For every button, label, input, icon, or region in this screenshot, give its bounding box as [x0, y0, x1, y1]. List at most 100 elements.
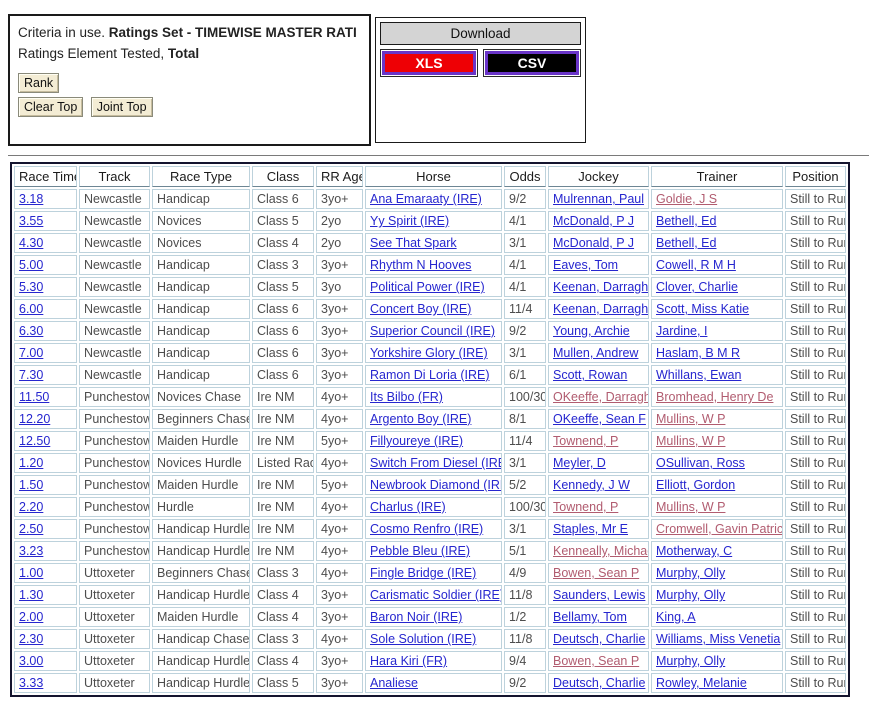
race-time-link[interactable]: 11.50: [19, 390, 49, 404]
trainer-link[interactable]: Williams, Miss Venetia: [656, 632, 780, 646]
race-time-link[interactable]: 1.20: [19, 456, 43, 470]
horse-link[interactable]: Political Power (IRE): [370, 280, 485, 294]
jockey-link[interactable]: Townend, P: [553, 500, 618, 514]
rank-button[interactable]: Rank: [18, 73, 60, 93]
race-time-link[interactable]: 3.55: [19, 214, 43, 228]
race-time-link[interactable]: 5.30: [19, 280, 43, 294]
horse-link[interactable]: Hara Kiri (FR): [370, 654, 447, 668]
horse-link[interactable]: Newbrook Diamond (IRE): [370, 478, 501, 492]
race-time-link[interactable]: 1.50: [19, 478, 43, 492]
jockey-link[interactable]: Kennedy, J W: [553, 478, 630, 492]
jockey-link[interactable]: OKeeffe, Sean F: [553, 412, 646, 426]
jockey-link[interactable]: Bellamy, Tom: [553, 610, 627, 624]
race-time-link[interactable]: 5.00: [19, 258, 43, 272]
horse-link[interactable]: Switch From Diesel (IRE): [370, 456, 501, 470]
trainer-link[interactable]: Murphy, Olly: [656, 566, 725, 580]
trainer-link[interactable]: Goldie, J S: [656, 192, 717, 206]
trainer-link[interactable]: Clover, Charlie: [656, 280, 738, 294]
trainer-link[interactable]: Rowley, Melanie: [656, 676, 747, 690]
race-time-link[interactable]: 7.30: [19, 368, 43, 382]
jockey-link[interactable]: McDonald, P J: [553, 236, 634, 250]
jockey-link[interactable]: Bowen, Sean P: [553, 566, 639, 580]
trainer-link[interactable]: Murphy, Olly: [656, 654, 725, 668]
race-time-link[interactable]: 2.30: [19, 632, 43, 646]
horse-link[interactable]: Sole Solution (IRE): [370, 632, 476, 646]
download-csv-button[interactable]: CSV: [485, 51, 579, 75]
trainer-link[interactable]: Elliott, Gordon: [656, 478, 735, 492]
horse-link[interactable]: Argento Boy (IRE): [370, 412, 471, 426]
race-time-link[interactable]: 3.33: [19, 676, 43, 690]
race-time-link[interactable]: 4.30: [19, 236, 43, 250]
horse-link[interactable]: Yy Spirit (IRE): [370, 214, 449, 228]
trainer-link[interactable]: Mullins, W P: [656, 500, 725, 514]
rr-age-cell: 3yo+: [316, 189, 363, 209]
trainer-link[interactable]: Whillans, Ewan: [656, 368, 741, 382]
race-time-link[interactable]: 2.50: [19, 522, 43, 536]
clear-top-button[interactable]: Clear Top: [18, 97, 84, 117]
jockey-link[interactable]: Bowen, Sean P: [553, 654, 639, 668]
jockey-link[interactable]: Keenan, Darragh: [553, 280, 648, 294]
races-table-head: Race Time Track Race Type Class RR Age Horse O…: [14, 166, 846, 187]
jockey-link[interactable]: Scott, Rowan: [553, 368, 627, 382]
jockey-link[interactable]: McDonald, P J: [553, 214, 634, 228]
horse-link[interactable]: Baron Noir (IRE): [370, 610, 462, 624]
jockey-link[interactable]: Keenan, Darragh: [553, 302, 648, 316]
race-time-link[interactable]: 2.20: [19, 500, 43, 514]
jockey-link[interactable]: Staples, Mr E: [553, 522, 628, 536]
race-time-link[interactable]: 3.23: [19, 544, 43, 558]
jockey-link[interactable]: Deutsch, Charlie: [553, 676, 645, 690]
trainer-link[interactable]: Mullins, W P: [656, 434, 725, 448]
horse-link[interactable]: Cosmo Renfro (IRE): [370, 522, 483, 536]
joint-top-button[interactable]: Joint Top: [90, 97, 153, 117]
trainer-link[interactable]: OSullivan, Ross: [656, 456, 745, 470]
horse-link[interactable]: Pebble Bleu (IRE): [370, 544, 470, 558]
trainer-link[interactable]: Cromwell, Gavin Patrick: [656, 522, 782, 536]
trainer-link[interactable]: Jardine, I: [656, 324, 707, 338]
race-time-link[interactable]: 1.00: [19, 566, 43, 580]
race-time-link[interactable]: 12.20: [19, 412, 50, 426]
jockey-link[interactable]: Eaves, Tom: [553, 258, 618, 272]
trainer-link[interactable]: Cowell, R M H: [656, 258, 736, 272]
horse-link[interactable]: Fingle Bridge (IRE): [370, 566, 476, 580]
jockey-link-cell: Eaves, Tom: [548, 255, 649, 275]
trainer-link[interactable]: Motherway, C: [656, 544, 732, 558]
trainer-link[interactable]: Bromhead, Henry De: [656, 390, 773, 404]
jockey-link[interactable]: OKeeffe, Darragh: [553, 390, 648, 404]
horse-link[interactable]: Ana Emaraaty (IRE): [370, 192, 482, 206]
jockey-link[interactable]: Deutsch, Charlie: [553, 632, 645, 646]
trainer-link[interactable]: Bethell, Ed: [656, 236, 716, 250]
trainer-link[interactable]: Scott, Miss Katie: [656, 302, 749, 316]
race-time-link[interactable]: 2.00: [19, 610, 43, 624]
horse-link[interactable]: Charlus (IRE): [370, 500, 446, 514]
race-time-link[interactable]: 3.18: [19, 192, 43, 206]
race-time-link[interactable]: 3.00: [19, 654, 43, 668]
trainer-link[interactable]: Haslam, B M R: [656, 346, 740, 360]
race-time-link[interactable]: 12.50: [19, 434, 50, 448]
race-time-link[interactable]: 6.30: [19, 324, 43, 338]
jockey-link[interactable]: Mulrennan, Paul: [553, 192, 644, 206]
horse-link[interactable]: Ramon Di Loria (IRE): [370, 368, 489, 382]
horse-link[interactable]: Yorkshire Glory (IRE): [370, 346, 488, 360]
jockey-link[interactable]: Mullen, Andrew: [553, 346, 638, 360]
horse-link[interactable]: Carismatic Soldier (IRE): [370, 588, 501, 602]
jockey-link[interactable]: Saunders, Lewis: [553, 588, 645, 602]
jockey-link[interactable]: Townend, P: [553, 434, 618, 448]
horse-link[interactable]: Concert Boy (IRE): [370, 302, 471, 316]
trainer-link[interactable]: Murphy, Olly: [656, 588, 725, 602]
trainer-link[interactable]: Bethell, Ed: [656, 214, 716, 228]
horse-link[interactable]: Superior Council (IRE): [370, 324, 495, 338]
race-time-link[interactable]: 1.30: [19, 588, 43, 602]
trainer-link[interactable]: Mullins, W P: [656, 412, 725, 426]
download-xls-button[interactable]: XLS: [382, 51, 476, 75]
jockey-link[interactable]: Young, Archie: [553, 324, 630, 338]
horse-link[interactable]: Fillyoureye (IRE): [370, 434, 463, 448]
jockey-link[interactable]: Kenneally, Michael: [553, 544, 648, 558]
race-time-link[interactable]: 7.00: [19, 346, 43, 360]
race-time-link[interactable]: 6.00: [19, 302, 43, 316]
jockey-link[interactable]: Meyler, D: [553, 456, 606, 470]
horse-link[interactable]: Analiese: [370, 676, 418, 690]
horse-link[interactable]: See That Spark: [370, 236, 457, 250]
trainer-link[interactable]: King, A: [656, 610, 696, 624]
horse-link[interactable]: Rhythm N Hooves: [370, 258, 471, 272]
horse-link[interactable]: Its Bilbo (FR): [370, 390, 443, 404]
